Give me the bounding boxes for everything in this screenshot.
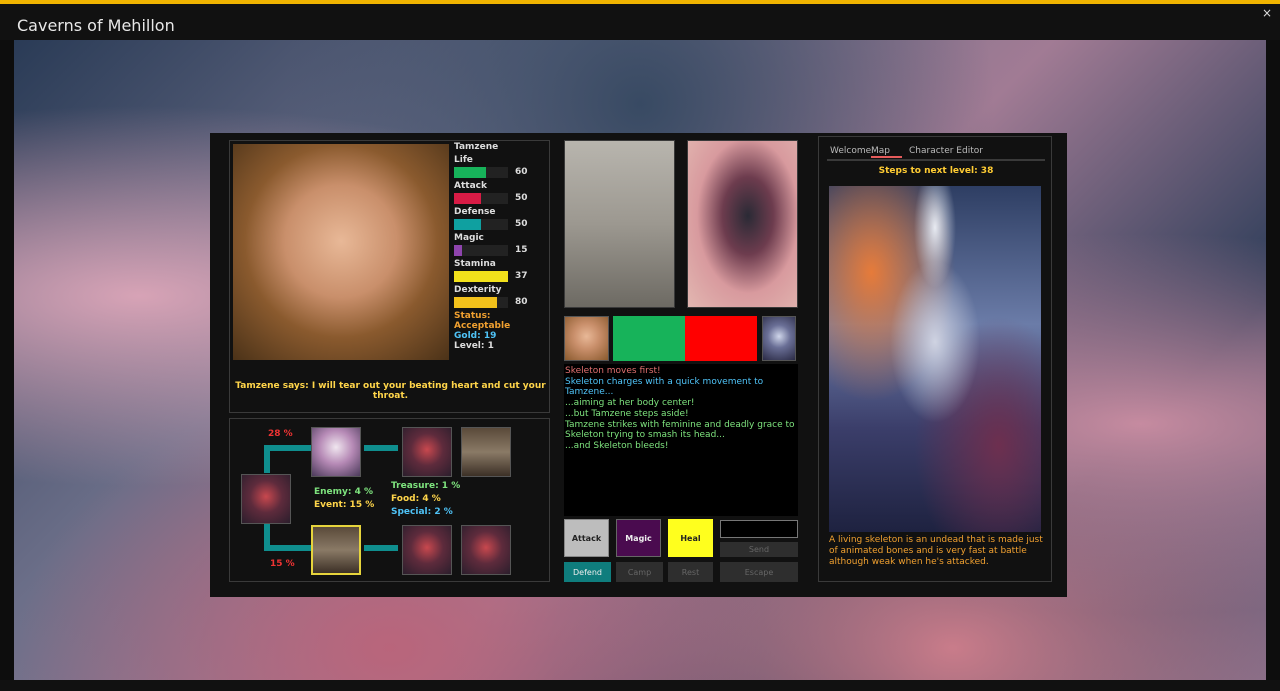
stat-bar xyxy=(454,167,508,178)
map-connector xyxy=(264,545,311,551)
enemy-health-bar xyxy=(685,316,757,361)
magic-button[interactable]: Magic xyxy=(616,519,661,557)
stat-label-defense: Defense xyxy=(454,207,496,217)
map-percent-top: 28 % xyxy=(268,429,293,439)
stat-value: 50 xyxy=(515,193,528,203)
enemy-thumbnail xyxy=(762,316,796,361)
log-line: ...and Skeleton bleeds! xyxy=(565,440,669,451)
stat-row: 50 xyxy=(454,191,549,204)
stat-value: 60 xyxy=(515,167,528,177)
stat-list: Life 60 Attack 50 Defense 50 Magic 15 Stamina 37 D… xyxy=(454,155,549,308)
gold-text: Gold: 19 xyxy=(454,331,497,341)
stat-row: 50 xyxy=(454,217,549,230)
level-text: Level: 1 xyxy=(454,341,494,351)
map-treasure-chance: Treasure: 1 % xyxy=(391,481,461,491)
heal-button[interactable]: Heal xyxy=(668,519,713,557)
stat-bar xyxy=(454,297,508,308)
stat-bar xyxy=(454,271,508,282)
tab-character-editor[interactable]: Character Editor xyxy=(909,146,983,156)
map-box: 28 % 15 % Enemy: 4 % Event: 15 % Treasur… xyxy=(229,418,550,582)
stat-label-life: Life xyxy=(454,155,473,165)
log-line: ...aiming at her body center! xyxy=(565,398,695,409)
log-line: ...but Tamzene steps aside! xyxy=(565,408,689,419)
close-icon[interactable]: × xyxy=(1262,6,1272,20)
stat-bar-fill xyxy=(454,271,508,282)
log-line: Skeleton moves first! xyxy=(565,366,661,376)
map-tile[interactable] xyxy=(461,427,511,477)
enemy-portrait xyxy=(829,186,1041,532)
map-percent-bottom: 15 % xyxy=(270,559,295,569)
stat-row: 60 xyxy=(454,165,549,178)
enemy-scene-image xyxy=(687,140,798,308)
app-title: Caverns of Mehillon xyxy=(17,16,175,35)
escape-button[interactable]: Escape xyxy=(720,562,798,582)
tab-map[interactable]: Map xyxy=(871,146,902,158)
send-button[interactable]: Send xyxy=(720,542,798,557)
character-stats: Tamzene Life 60 Attack 50 Defense 50 Magic 15 St… xyxy=(454,142,549,351)
status-text: Status: Acceptable xyxy=(454,311,511,331)
map-tile[interactable] xyxy=(311,427,361,477)
log-line: Skeleton charges with a quick movement t… xyxy=(565,376,767,398)
stat-bar xyxy=(454,193,508,204)
stat-row: 37 xyxy=(454,269,549,282)
title-bar: Caverns of Mehillon × xyxy=(0,4,1280,40)
map-tile-current[interactable] xyxy=(311,525,361,575)
character-portrait xyxy=(233,144,449,360)
bottom-bar xyxy=(0,680,1280,691)
defend-button[interactable]: Defend xyxy=(564,562,611,582)
stat-row: 80 xyxy=(454,295,549,308)
stat-bar-fill xyxy=(454,219,481,230)
stat-bar-fill xyxy=(454,193,481,204)
stat-value: 80 xyxy=(515,297,528,307)
rest-button[interactable]: Rest xyxy=(668,562,713,582)
info-panel: Welcome Map Character Editor Steps to ne… xyxy=(818,136,1052,582)
camp-button[interactable]: Camp xyxy=(616,562,663,582)
stat-value: 50 xyxy=(515,219,528,229)
stat-bar-fill xyxy=(454,297,498,308)
stat-label-attack: Attack xyxy=(454,181,487,191)
map-connector xyxy=(364,545,398,551)
map-tile[interactable] xyxy=(461,525,511,575)
map-tile[interactable] xyxy=(241,474,291,524)
map-tile[interactable] xyxy=(402,525,452,575)
map-connector xyxy=(264,445,311,451)
enemy-description: A living skeleton is an undead that is m… xyxy=(829,535,1043,567)
location-image xyxy=(564,140,675,308)
character-box: Tamzene Life 60 Attack 50 Defense 50 Magic 15 St… xyxy=(229,140,550,413)
info-tabs: Welcome Map Character Editor xyxy=(827,145,1045,161)
stat-bar-fill xyxy=(454,245,463,256)
steps-to-next-level: Steps to next level: 38 xyxy=(878,166,994,176)
map-connector xyxy=(364,445,398,451)
map-tile[interactable] xyxy=(402,427,452,477)
map-enemy-chance: Enemy: 4 % xyxy=(314,487,374,497)
game-panel: Tamzene Life 60 Attack 50 Defense 50 Magic 15 St… xyxy=(210,133,1067,597)
attack-button[interactable]: Attack xyxy=(564,519,609,557)
stat-label-stamina: Stamina xyxy=(454,259,496,269)
stat-label-dexterity: Dexterity xyxy=(454,285,502,295)
stat-value: 37 xyxy=(515,271,528,281)
stat-value: 15 xyxy=(515,245,528,255)
stat-row: 15 xyxy=(454,243,549,256)
stat-label-magic: Magic xyxy=(454,233,484,243)
map-event-chance: Event: 15 % xyxy=(314,500,375,510)
log-line: Tamzene strikes with feminine and deadly… xyxy=(565,419,798,441)
map-special-chance: Special: 2 % xyxy=(391,507,453,517)
command-input[interactable] xyxy=(720,520,798,538)
character-name: Tamzene xyxy=(454,142,499,152)
combat-log[interactable]: Skeleton moves first! Skeleton charges wi… xyxy=(564,364,798,516)
stat-bar xyxy=(454,245,508,256)
stat-bar-fill xyxy=(454,167,487,178)
player-health-bar xyxy=(613,316,685,361)
player-thumbnail xyxy=(564,316,609,361)
character-speech: Tamzene says: I will tear out your beati… xyxy=(235,381,546,401)
stat-bar xyxy=(454,219,508,230)
map-food-chance: Food: 4 % xyxy=(391,494,441,504)
tab-welcome[interactable]: Welcome xyxy=(830,146,871,156)
